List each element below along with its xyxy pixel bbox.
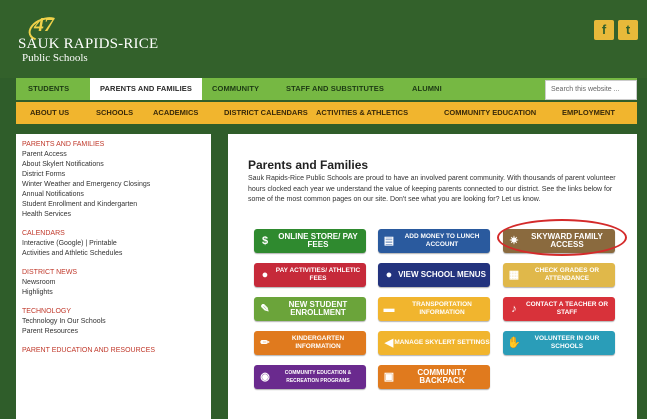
quick-link-button[interactable]: ✎ NEW STUDENT ENROLLMENT: [254, 297, 366, 321]
lunch-tray-icon: ▤: [383, 235, 395, 247]
sidebar-section-calendars: CALENDARS Interactive (Google) | Printab…: [22, 229, 205, 259]
quick-link-button[interactable]: ▦ CHECK GRADES OR ATTENDANCE: [503, 263, 615, 287]
quick-link-button[interactable]: ✏ KINDERGARTEN INFORMATION: [254, 331, 366, 355]
handshake-icon: ✋: [507, 337, 521, 349]
pencil-icon: ✎: [260, 303, 270, 315]
quick-link-button[interactable]: ♪ CONTACT A TEACHER OR STAFF: [503, 297, 615, 321]
sidebar-section-technology: TECHNOLOGY Technology In Our Schools Par…: [22, 307, 205, 337]
sidebar-link[interactable]: Newsroom: [22, 278, 205, 288]
community-ed-icon: ◉: [260, 371, 270, 383]
intro-text: Sauk Rapids-Rice Public Schools are prou…: [248, 175, 616, 203]
nav-academics[interactable]: ACADEMICS: [153, 102, 198, 124]
sidebar-link[interactable]: Student Enrollment and Kindergarten: [22, 200, 205, 210]
sidebar-heading[interactable]: TECHNOLOGY: [22, 307, 205, 317]
sidebar-heading[interactable]: DISTRICT NEWS: [22, 268, 205, 278]
sidebar-section-news: DISTRICT NEWS Newsroom Highlights: [22, 268, 205, 298]
nav-employment[interactable]: EMPLOYMENT: [562, 102, 615, 124]
page-title: Parents and Families: [248, 158, 369, 172]
sidebar-link[interactable]: Winter Weather and Emergency Closings: [22, 180, 205, 190]
site-header: 47 SAUK RAPIDS-RICE Public Schools f t: [0, 0, 647, 78]
nav-activities-athletics[interactable]: ACTIVITIES & ATHLETICS: [316, 102, 408, 124]
facebook-icon[interactable]: f: [594, 20, 614, 40]
quick-link-button[interactable]: ✋ VOLUNTEER IN OUR SCHOOLS: [503, 331, 615, 355]
quick-link-button[interactable]: ● VIEW SCHOOL MENUS: [378, 263, 490, 287]
sidebar: PARENTS AND FAMILIES Parent Access About…: [16, 134, 211, 419]
nav-community[interactable]: COMMUNITY: [212, 78, 259, 100]
quick-link-button[interactable]: ▣ COMMUNITY BACKPACK: [378, 365, 490, 389]
apple-icon: ●: [385, 269, 393, 281]
logo-name: SAUK RAPIDS-RICE: [18, 36, 159, 52]
nav-about-us[interactable]: ABOUT US: [30, 102, 69, 124]
logo-subtitle: Public Schools: [22, 52, 88, 64]
dollar-icon: $: [261, 235, 269, 247]
quick-link-button[interactable]: ◀ MANAGE SKYLERT SETTINGS: [378, 331, 490, 355]
nav-alumni[interactable]: ALUMNI: [412, 78, 442, 100]
bus-icon: ▬: [383, 303, 395, 315]
sidebar-heading[interactable]: CALENDARS: [22, 229, 205, 239]
sidebar-link[interactable]: Parent Access: [22, 150, 205, 160]
sidebar-heading[interactable]: PARENT EDUCATION AND RESOURCES: [22, 346, 205, 356]
sidebar-link[interactable]: Technology In Our Schools: [22, 317, 205, 327]
nav-district-calendars[interactable]: DISTRICT CALENDARS: [224, 102, 308, 124]
twitter-icon[interactable]: t: [618, 20, 638, 40]
megaphone-icon: ◀: [384, 337, 394, 349]
sidebar-link[interactable]: District Forms: [22, 170, 205, 180]
sidebar-section-parent-education: PARENT EDUCATION AND RESOURCES: [22, 346, 205, 356]
nav-students[interactable]: STUDENTS: [28, 78, 69, 100]
quick-link-button[interactable]: ▬ TRANSPORTATION INFORMATION: [378, 297, 490, 321]
sidebar-link[interactable]: Highlights: [22, 288, 205, 298]
quick-link-button[interactable]: ▤ ADD MONEY TO LUNCH ACCOUNT: [378, 229, 490, 253]
quick-link-button[interactable]: $ ONLINE STORE/ PAY FEES: [254, 229, 366, 253]
quick-link-button[interactable]: ◉ COMMUNITY EDUCATION & RECREATION PROGRA…: [254, 365, 366, 389]
bell-icon: ♪: [511, 303, 517, 315]
primary-nav: STUDENTS PARENTS AND FAMILIES COMMUNITY …: [16, 78, 637, 100]
logo-number: 47: [34, 14, 54, 36]
sidebar-link[interactable]: Annual Notifications: [22, 190, 205, 200]
sports-ball-icon: ●: [261, 269, 269, 281]
sidebar-link[interactable]: Parent Resources: [22, 327, 205, 337]
quick-link-button[interactable]: ● PAY ACTIVITIES/ ATHLETIC FEES: [254, 263, 366, 287]
sidebar-link[interactable]: About Skylert Notifications: [22, 160, 205, 170]
highlight-circle: [497, 219, 627, 256]
sidebar-link[interactable]: Health Services: [22, 210, 205, 220]
quick-link-label: VIEW SCHOOL MENUS: [398, 269, 486, 279]
nav-parents-and-families[interactable]: PARENTS AND FAMILIES: [90, 78, 203, 100]
backpack-icon: ▣: [383, 371, 395, 383]
nav-community-education[interactable]: COMMUNITY EDUCATION: [444, 102, 536, 124]
nav-staff-and-substitutes[interactable]: STAFF AND SUBSTITUTES: [286, 78, 384, 100]
district-logo[interactable]: 47 SAUK RAPIDS-RICE Public Schools: [18, 12, 168, 66]
nav-schools[interactable]: SCHOOLS: [96, 102, 133, 124]
sidebar-heading[interactable]: PARENTS AND FAMILIES: [22, 140, 205, 150]
crayon-icon: ✏: [260, 337, 270, 349]
report-card-icon: ▦: [508, 269, 520, 281]
sidebar-link[interactable]: Activities and Athletic Schedules: [22, 249, 205, 259]
secondary-nav: ABOUT US SCHOOLS ACADEMICS DISTRICT CALE…: [16, 102, 637, 124]
search-input[interactable]: Search this website ...: [545, 80, 637, 100]
sidebar-section-parents: PARENTS AND FAMILIES Parent Access About…: [22, 140, 205, 220]
sidebar-link[interactable]: Interactive (Google) | Printable: [22, 239, 205, 249]
